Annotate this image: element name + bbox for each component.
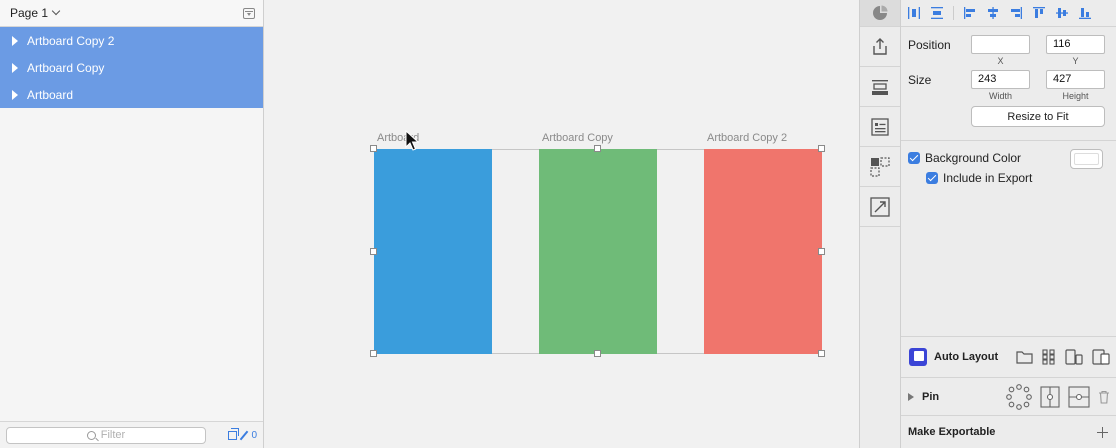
resize-handle-bottom-right[interactable] bbox=[818, 350, 825, 357]
make-exportable-label: Make Exportable bbox=[908, 426, 996, 438]
resize-handle-top-left[interactable] bbox=[370, 145, 377, 152]
resize-to-fit-button[interactable]: Resize to Fit bbox=[971, 106, 1105, 127]
make-exportable-section[interactable]: Make Exportable bbox=[901, 415, 1116, 448]
layer-item-artboard-copy[interactable]: Artboard Copy bbox=[0, 54, 263, 81]
tab-components[interactable] bbox=[860, 147, 900, 187]
pin-vertical-icon[interactable] bbox=[1040, 385, 1060, 408]
layout-icon bbox=[872, 79, 888, 95]
components-icon bbox=[870, 156, 890, 177]
artboard-red[interactable] bbox=[704, 149, 822, 354]
style-tab-icon bbox=[873, 5, 888, 20]
layers-panel: Page 1 Artboard Copy 2 Artboard Copy Art… bbox=[0, 0, 264, 448]
align-middle-vertical-icon[interactable] bbox=[1055, 6, 1069, 20]
tab-export[interactable] bbox=[860, 27, 900, 67]
layers-footer: Filter 0 bbox=[0, 421, 263, 448]
align-bottom-icon[interactable] bbox=[1078, 6, 1092, 20]
align-right-icon[interactable] bbox=[1009, 6, 1023, 20]
artboard-blue[interactable] bbox=[374, 149, 492, 354]
search-icon bbox=[86, 430, 96, 440]
text-list-icon bbox=[871, 117, 889, 136]
share-upload-icon bbox=[873, 37, 887, 55]
layer-label: Artboard Copy 2 bbox=[27, 33, 115, 48]
distribute-horizontal-icon[interactable] bbox=[907, 6, 921, 20]
auto-layout-section: Auto Layout bbox=[901, 336, 1116, 377]
chevron-down-icon[interactable] bbox=[51, 6, 61, 16]
layer-list: Artboard Copy 2 Artboard Copy Artboard bbox=[0, 27, 263, 108]
align-center-horizontal-icon[interactable] bbox=[986, 6, 1000, 20]
section-divider bbox=[901, 140, 1116, 141]
filter-placeholder: Filter bbox=[100, 429, 126, 441]
align-top-icon[interactable] bbox=[1032, 6, 1046, 20]
background-color-row[interactable]: Background Color bbox=[908, 151, 1021, 165]
toolbar-divider bbox=[953, 6, 954, 20]
distribute-vertical-icon[interactable] bbox=[930, 6, 944, 20]
filter-count: 0 bbox=[251, 429, 257, 441]
inspector-panel: Position 116 X Y Size 243 427 Width Heig… bbox=[901, 0, 1116, 448]
tab-text-properties[interactable] bbox=[860, 107, 900, 147]
pin-edges-icon[interactable] bbox=[1006, 383, 1032, 410]
edited-filter-icon[interactable] bbox=[240, 430, 249, 440]
layer-item-artboard[interactable]: Artboard bbox=[0, 81, 263, 108]
symbols-filter-icon[interactable] bbox=[228, 427, 240, 440]
layer-label: Artboard bbox=[27, 87, 74, 102]
pin-section[interactable]: Pin bbox=[901, 377, 1116, 415]
page-title[interactable]: Page 1 bbox=[10, 6, 48, 20]
pin-horizontal-icon[interactable] bbox=[1068, 385, 1090, 408]
disclosure-triangle-icon[interactable] bbox=[12, 89, 18, 100]
alignment-toolbar bbox=[901, 0, 1116, 27]
resize-handle-bottom[interactable] bbox=[594, 350, 601, 357]
background-color-checkbox[interactable] bbox=[908, 152, 920, 164]
x-position-input[interactable] bbox=[971, 35, 1030, 54]
trash-icon[interactable] bbox=[1098, 390, 1110, 404]
page-selector[interactable]: Page 1 bbox=[0, 0, 263, 27]
width-input[interactable]: 243 bbox=[971, 70, 1030, 89]
background-color-swatch[interactable] bbox=[1070, 149, 1103, 169]
disclosure-triangle-icon[interactable] bbox=[12, 62, 18, 73]
height-input[interactable]: 427 bbox=[1046, 70, 1105, 89]
align-left-icon[interactable] bbox=[963, 6, 977, 20]
pin-label: Pin bbox=[922, 390, 940, 403]
size-label: Size bbox=[908, 73, 932, 87]
tab-layout[interactable] bbox=[860, 67, 900, 107]
layer-item-artboard-copy-2[interactable]: Artboard Copy 2 bbox=[0, 27, 263, 54]
y-position-input[interactable]: 116 bbox=[1046, 35, 1105, 54]
filter-input[interactable]: Filter bbox=[6, 426, 206, 444]
canvas[interactable]: Artboard Artboard Copy Artboard Copy 2 bbox=[264, 0, 859, 448]
artboard-green[interactable] bbox=[539, 149, 657, 354]
position-label: Position bbox=[908, 38, 951, 52]
resize-handle-top-right[interactable] bbox=[818, 145, 825, 152]
width-caption: Width bbox=[988, 91, 1012, 101]
pin-disclosure-icon[interactable] bbox=[908, 392, 914, 401]
resize-handle-left[interactable] bbox=[370, 248, 377, 255]
resize-handle-top[interactable] bbox=[594, 145, 601, 152]
background-color-label: Background Color bbox=[925, 151, 1022, 165]
include-in-export-label: Include in Export bbox=[943, 171, 1033, 185]
devices-icon[interactable] bbox=[1065, 349, 1083, 365]
artboard-title-artboard-copy[interactable]: Artboard Copy bbox=[542, 132, 613, 144]
grid-icon[interactable] bbox=[1042, 349, 1056, 365]
tab-style[interactable] bbox=[860, 0, 900, 27]
inspector-tabs bbox=[859, 0, 901, 448]
include-in-export-row[interactable]: Include in Export bbox=[926, 171, 1032, 185]
include-in-export-checkbox[interactable] bbox=[926, 172, 938, 184]
resize-handle-right[interactable] bbox=[818, 248, 825, 255]
artboard-title-artboard-copy-2[interactable]: Artboard Copy 2 bbox=[707, 132, 787, 144]
tab-prototype[interactable] bbox=[860, 187, 900, 227]
auto-layout-logo-icon bbox=[909, 348, 927, 366]
add-export-icon[interactable] bbox=[1097, 426, 1108, 438]
x-caption: X bbox=[997, 56, 1004, 66]
height-caption: Height bbox=[1062, 91, 1089, 101]
disclosure-triangle-icon[interactable] bbox=[12, 35, 18, 46]
auto-layout-label: Auto Layout bbox=[934, 351, 999, 363]
folder-icon[interactable] bbox=[1016, 350, 1033, 364]
resize-handle-bottom-left[interactable] bbox=[370, 350, 377, 357]
pages-toggle-icon[interactable] bbox=[243, 8, 255, 19]
responsive-devices-icon[interactable] bbox=[1092, 349, 1110, 365]
prototype-icon bbox=[870, 196, 890, 217]
layer-label: Artboard Copy bbox=[27, 60, 105, 75]
y-caption: Y bbox=[1072, 56, 1079, 66]
